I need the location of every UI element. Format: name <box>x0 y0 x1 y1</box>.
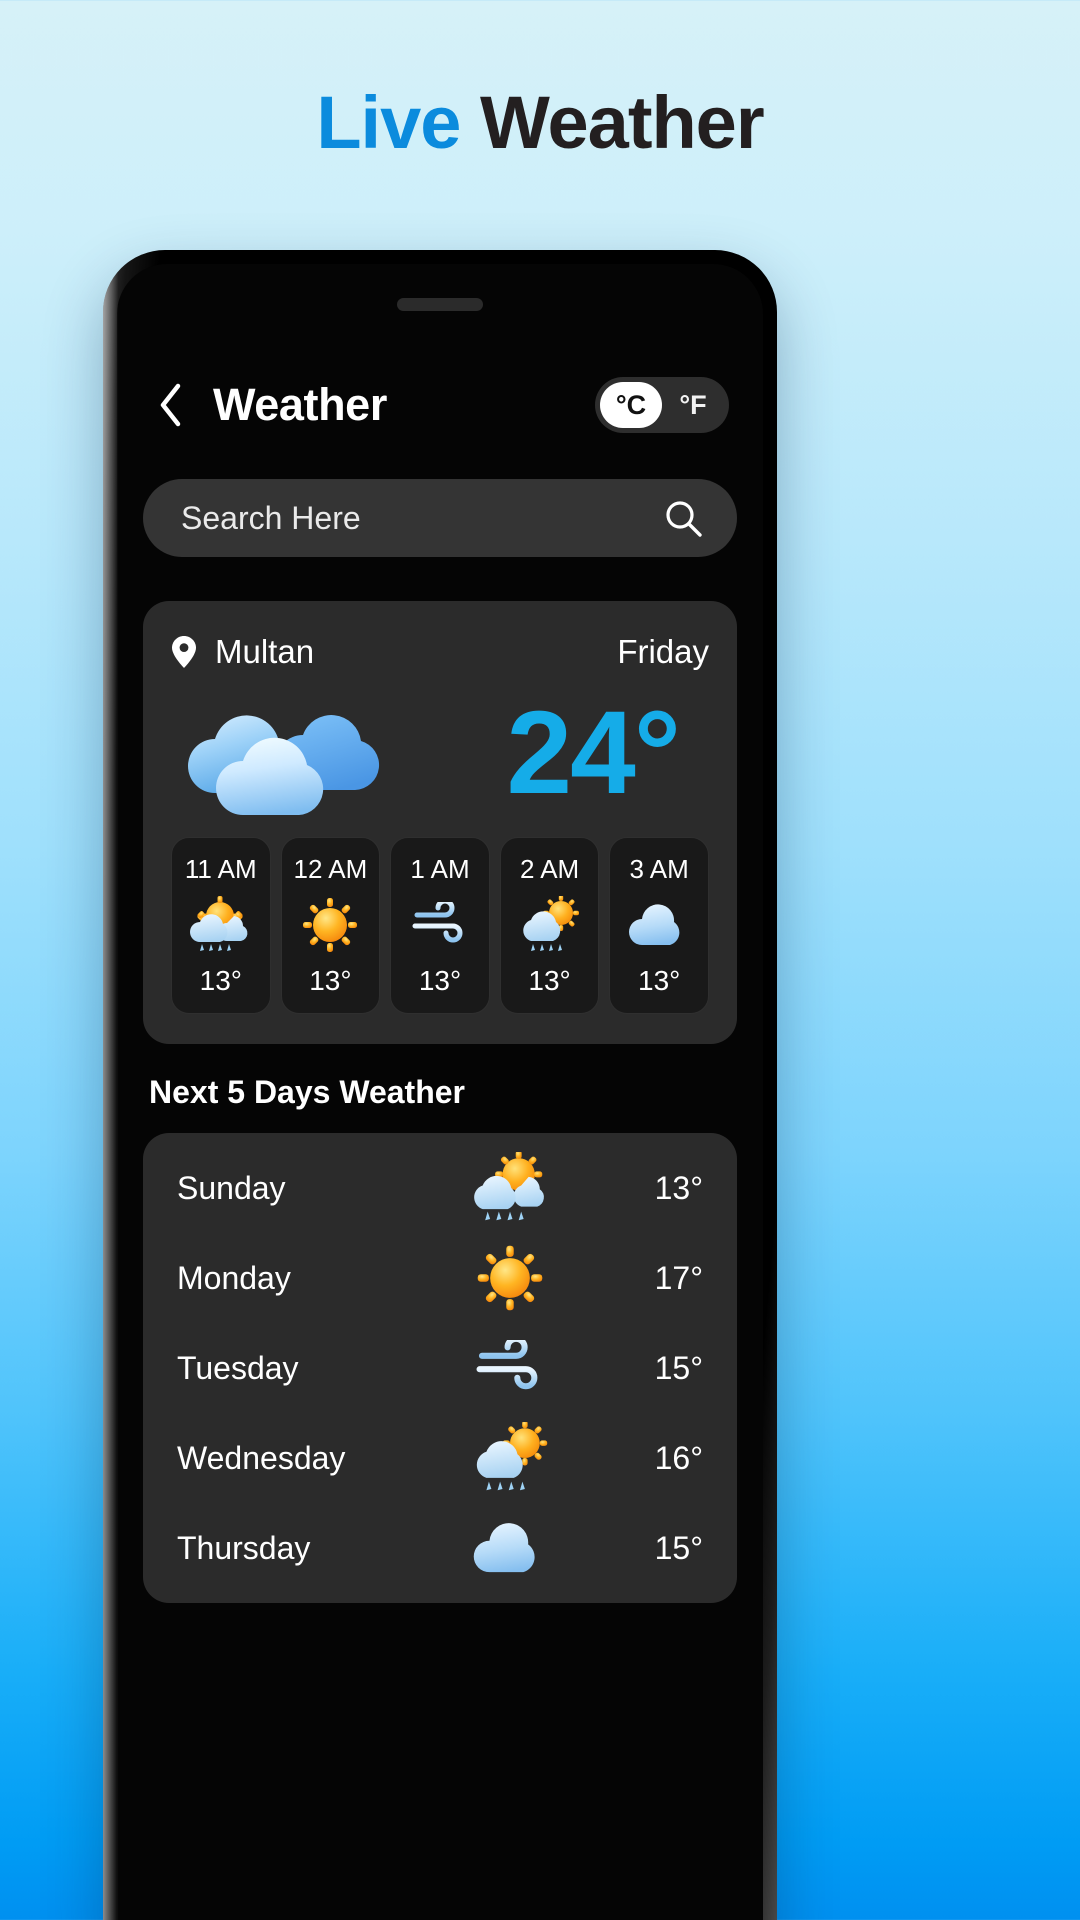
forecast-temp: 16° <box>654 1439 703 1476</box>
unit-celsius[interactable]: °C <box>600 382 662 428</box>
search-bar[interactable]: Search Here <box>143 479 737 557</box>
hourly-temp: 13° <box>309 965 352 996</box>
page-title-accent: Live <box>316 81 461 164</box>
forecast-day: Tuesday <box>177 1349 299 1386</box>
app-bar-title: Weather <box>213 379 387 430</box>
hourly-cell[interactable]: 3 AM 13° <box>609 837 709 1014</box>
search-icon[interactable] <box>663 498 703 538</box>
app-bar: Weather °C °F <box>143 369 737 441</box>
hourly-forecast-list: 11 AM 13° 12 AM 13° 1 AM 13° 2 AM 13° 3 … <box>171 837 709 1014</box>
page-title: Live Weather <box>0 86 1080 160</box>
sun-cloud-rain-icon <box>427 1422 593 1494</box>
forecast-row[interactable]: Wednesday 16° <box>177 1413 703 1503</box>
sun-icon <box>298 895 362 955</box>
unit-toggle[interactable]: °C °F <box>595 377 729 433</box>
hourly-cell[interactable]: 2 AM 13° <box>499 837 600 1014</box>
location-pin-icon <box>171 635 197 669</box>
hourly-cell[interactable]: 12 AM 13° <box>280 837 381 1014</box>
forecast-temp: 15° <box>654 1349 703 1386</box>
sun-cloud-rain-icon <box>189 895 253 955</box>
hourly-cell[interactable]: 11 AM 13° <box>171 837 271 1014</box>
current-weather-main: 24° <box>171 671 709 837</box>
forecast-day: Wednesday <box>177 1439 346 1476</box>
wind-icon <box>427 1340 593 1396</box>
clouds-icon <box>185 689 400 817</box>
sun-icon <box>427 1242 593 1314</box>
hourly-temp: 13° <box>199 965 242 996</box>
current-weather-card: Multan Friday 24° 11 AM 13° 12 AM 13° 1 … <box>143 601 737 1044</box>
hourly-time: 2 AM <box>519 854 580 884</box>
forecast-row[interactable]: Monday 17° <box>177 1233 703 1323</box>
cloud-icon <box>627 895 691 955</box>
forecast-temp: 15° <box>654 1529 703 1566</box>
unit-fahrenheit[interactable]: °F <box>662 382 724 428</box>
hourly-temp: 13° <box>418 965 462 996</box>
current-city: Multan <box>215 633 315 670</box>
sun-cloud-rain-icon <box>427 1152 593 1224</box>
forecast-temp: 17° <box>654 1259 703 1296</box>
hourly-temp: 13° <box>528 965 571 996</box>
hourly-time: 3 AM <box>629 854 689 884</box>
cloud-icon <box>427 1519 593 1577</box>
hourly-cell[interactable]: 1 AM 13° <box>390 837 490 1014</box>
hourly-time: 11 AM <box>184 854 257 884</box>
wind-icon <box>408 895 472 955</box>
page-title-rest: Weather <box>480 81 765 164</box>
chevron-left-icon[interactable] <box>153 382 187 428</box>
forecast-day: Sunday <box>177 1169 286 1206</box>
phone-screen: Weather °C °F Search Here Multan Friday … <box>117 264 763 1920</box>
sun-cloud-rain-icon <box>518 895 582 955</box>
forecast-day: Thursday <box>177 1529 311 1566</box>
forecast-section-title: Next 5 Days Weather <box>149 1074 465 1110</box>
current-temperature: 24° <box>506 687 681 819</box>
phone-mockup: Weather °C °F Search Here Multan Friday … <box>103 250 777 1920</box>
hourly-time: 1 AM <box>410 854 470 884</box>
hourly-time: 12 AM <box>293 854 368 884</box>
hourly-temp: 13° <box>638 965 681 996</box>
current-card-header: Multan Friday <box>171 633 709 671</box>
forecast-list: Sunday 13° Monday 17° Tuesday 15° Wednes… <box>143 1133 737 1603</box>
current-weekday: Friday <box>617 633 709 670</box>
forecast-temp: 13° <box>654 1169 703 1206</box>
forecast-row[interactable]: Thursday 15° <box>177 1503 703 1593</box>
earpiece-speaker <box>397 298 483 311</box>
forecast-day: Monday <box>177 1259 291 1296</box>
search-input[interactable]: Search Here <box>181 500 663 537</box>
forecast-row[interactable]: Sunday 13° <box>177 1143 703 1233</box>
forecast-row[interactable]: Tuesday 15° <box>177 1323 703 1413</box>
